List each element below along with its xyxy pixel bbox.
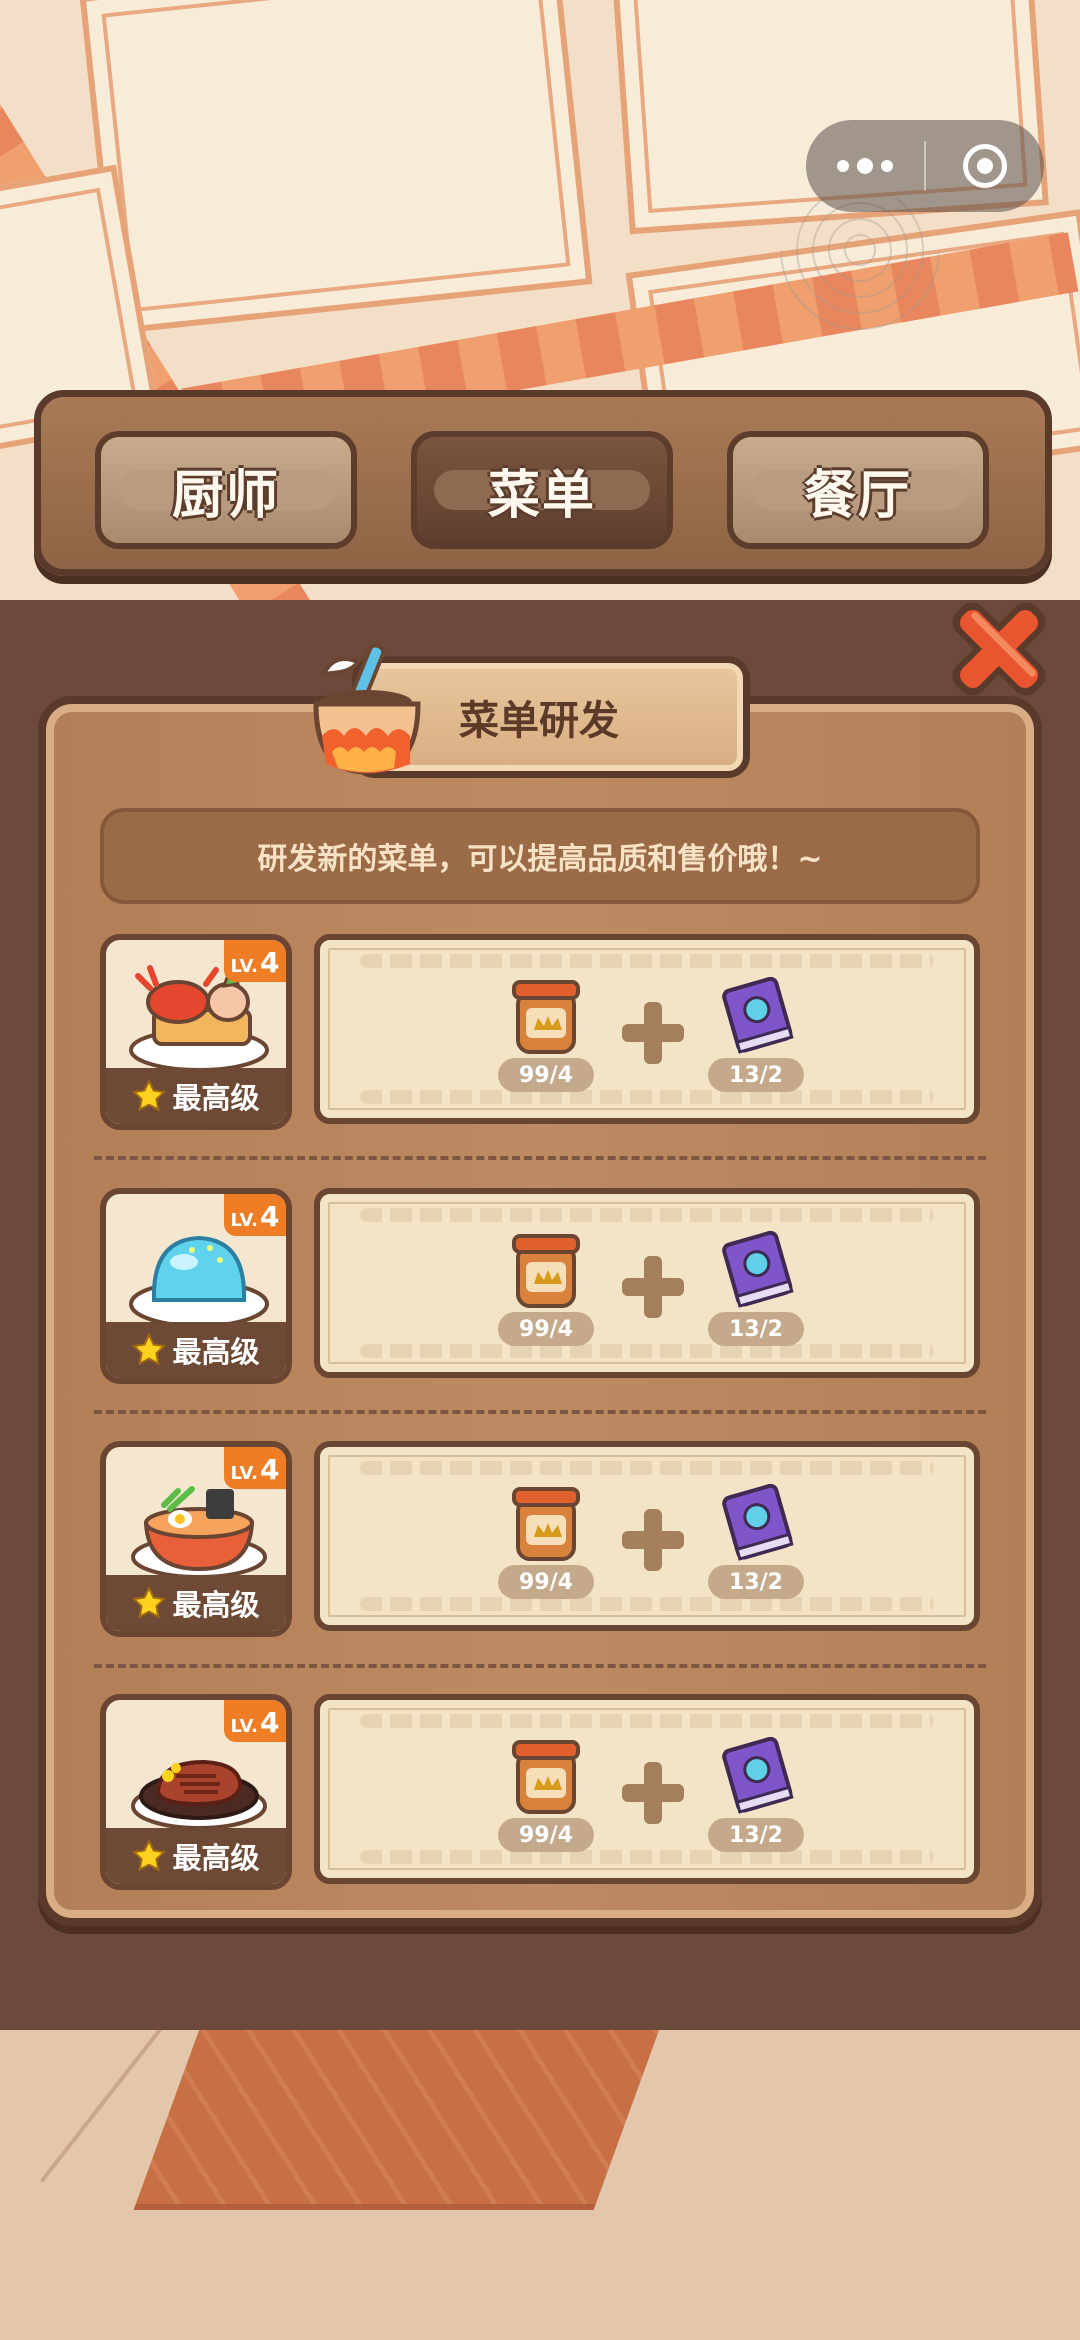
material-b-count: 13/2 [708,1058,804,1092]
dish-row: LV. 4 最高级 99/4 13/2 [100,934,980,1130]
floor [0,2030,1080,2340]
border-ornament [360,1597,934,1611]
cooking-pot-icon [313,643,421,775]
grade-label: 最高级 [172,1081,260,1115]
material-a-count: 99/4 [498,1565,594,1599]
tab-chef-label: 厨师 [171,465,280,526]
level-prefix: LV. [230,1210,258,1231]
cobweb-decoration [780,190,940,340]
grade-label: 最高级 [172,1335,260,1369]
dish-card[interactable]: LV. 4 最高级 [100,1441,292,1637]
spice-jar-icon [512,980,580,1054]
materials-card[interactable]: 99/4 13/2 [314,934,980,1124]
star-icon [132,1839,167,1872]
tip-text: 研发新的菜单，可以提高品质和售价哦！~ [257,842,823,877]
dish-card[interactable]: LV. 4 最高级 [100,1694,292,1890]
grade-label: 最高级 [172,1841,260,1875]
level-prefix: LV. [230,956,258,977]
border-ornament [360,1344,934,1358]
grade-bar: 最高级 [106,1828,286,1884]
material-b-count: 13/2 [708,1565,804,1599]
miniprogram-capsule [806,120,1044,212]
recipe-book-icon [722,1230,794,1308]
tab-menu-label: 菜单 [487,465,596,526]
border-ornament [360,1850,934,1864]
row-divider [94,1664,986,1668]
row-divider [94,1156,986,1160]
rug-decoration [133,2030,667,2210]
border-ornament [360,1714,934,1728]
star-icon [132,1586,167,1619]
tip-banner: 研发新的菜单，可以提高品质和售价哦！~ [100,808,980,904]
close-icon[interactable] [938,588,1060,710]
dish-row: LV. 4 最高级 99/4 13/2 [100,1441,980,1637]
dish-card[interactable]: LV. 4 最高级 [100,934,292,1130]
grade-bar: 最高级 [106,1575,286,1631]
tab-restaurant[interactable]: 餐厅 [727,431,989,549]
border-ornament [360,954,934,968]
star-icon [132,1079,167,1112]
tab-chef[interactable]: 厨师 [95,431,357,549]
material-a-count: 99/4 [498,1058,594,1092]
dish-card[interactable]: LV. 4 最高级 [100,1188,292,1384]
recipe-book-icon [722,976,794,1054]
spice-jar-icon [512,1487,580,1561]
material-a-count: 99/4 [498,1818,594,1852]
tab-menu[interactable]: 菜单 [411,431,673,549]
recipe-book-icon [722,1736,794,1814]
grade-bar: 最高级 [106,1322,286,1378]
level-prefix: LV. [230,1463,258,1484]
plus-icon [622,1509,684,1571]
level-number: 4 [259,946,280,979]
grade-bar: 最高级 [106,1068,286,1124]
border-ornament [360,1208,934,1222]
material-b-count: 13/2 [708,1818,804,1852]
plus-icon [622,1762,684,1824]
tab-bar: 厨师 菜单 餐厅 [34,390,1052,576]
spice-jar-icon [512,1740,580,1814]
materials-card[interactable]: 99/4 13/2 [314,1694,980,1884]
materials-card[interactable]: 99/4 13/2 [314,1188,980,1378]
border-ornament [360,1461,934,1475]
star-icon [132,1333,167,1366]
row-divider [94,1410,986,1414]
level-number: 4 [259,1200,280,1233]
material-b-count: 13/2 [708,1312,804,1346]
dish-row: LV. 4 最高级 99/4 13/2 [100,1694,980,1890]
level-number: 4 [259,1453,280,1486]
plus-icon [622,1002,684,1064]
tab-restaurant-label: 餐厅 [803,465,912,526]
target-close-icon[interactable] [926,120,1044,212]
level-badge: LV. 4 [224,1194,286,1236]
materials-card[interactable]: 99/4 13/2 [314,1441,980,1631]
level-badge: LV. 4 [224,940,286,982]
recipe-book-icon [722,1483,794,1561]
level-badge: LV. 4 [224,1700,286,1742]
panel-title: 菜单研发 [459,698,619,744]
dish-row: LV. 4 最高级 99/4 13/2 [100,1188,980,1384]
grade-label: 最高级 [172,1588,260,1622]
more-dots-icon[interactable] [806,120,924,212]
level-number: 4 [259,1706,280,1739]
border-ornament [360,1090,934,1104]
plus-icon [622,1256,684,1318]
paper-sheet-decoration [79,0,593,335]
level-badge: LV. 4 [224,1447,286,1489]
level-prefix: LV. [230,1716,258,1737]
material-a-count: 99/4 [498,1312,594,1346]
spice-jar-icon [512,1234,580,1308]
